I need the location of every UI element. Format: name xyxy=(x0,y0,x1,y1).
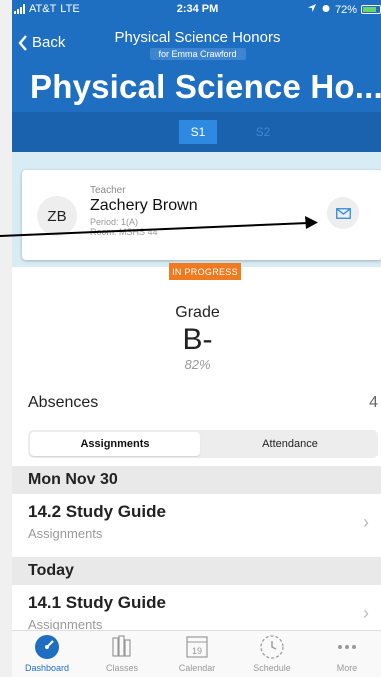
tab-more-label: More xyxy=(336,663,358,673)
view-segmented-control: Assignments Attendance xyxy=(28,430,378,458)
term-s1-button[interactable]: S1 xyxy=(179,120,217,144)
battery-percent: 72% xyxy=(334,3,357,16)
assignment-title: 14.1 Study Guide xyxy=(28,593,166,612)
tab-assignments[interactable]: Assignments xyxy=(30,432,200,456)
calendar-icon-day: 19 xyxy=(192,646,202,656)
grade-percent: 82% xyxy=(184,357,211,372)
tab-schedule[interactable]: Schedule xyxy=(237,634,307,677)
dashboard-icon xyxy=(35,635,59,659)
tab-schedule-label: Schedule xyxy=(253,663,291,673)
term-s2-button[interactable]: S2 xyxy=(244,120,282,144)
term-selector: S1 S2 xyxy=(12,112,381,152)
chevron-right-icon: › xyxy=(363,512,369,532)
calendar-icon: 19 xyxy=(186,636,208,658)
teacher-role: Teacher xyxy=(90,185,126,196)
nav-bar: Back Physical Science Honors for Emma Cr… xyxy=(12,26,381,66)
teacher-avatar: ZB xyxy=(37,196,77,236)
tab-attendance[interactable]: Attendance xyxy=(204,432,376,456)
section-header: Mon Nov 30 xyxy=(12,466,381,494)
grade-label: Grade xyxy=(175,304,220,321)
tab-classes-label: Classes xyxy=(105,663,138,673)
assignment-category: Assignments xyxy=(28,526,103,541)
location-icon xyxy=(307,3,317,16)
alarm-icon xyxy=(321,3,331,16)
page-title: Physical Science Ho... xyxy=(30,68,381,105)
section-header: Today xyxy=(12,557,381,585)
battery-icon xyxy=(361,5,381,14)
chevron-right-icon: › xyxy=(363,603,369,623)
grade-letter: B- xyxy=(182,323,213,356)
tab-classes[interactable]: Classes xyxy=(87,634,157,677)
tab-calendar-label: Calendar xyxy=(178,663,216,673)
envelope-icon xyxy=(335,207,351,219)
status-bar: AT&T LTE 2:34 PM 72% xyxy=(12,0,381,20)
teacher-name: Zachery Brown xyxy=(90,197,198,214)
assignment-title: 14.2 Study Guide xyxy=(28,502,166,521)
app-screen: AT&T LTE 2:34 PM 72% Back Physical Scien… xyxy=(12,0,381,677)
email-teacher-button[interactable] xyxy=(327,197,359,229)
tab-bar: Dashboard Classes 19 Calendar Schedule M… xyxy=(12,630,381,677)
status-badge: IN PROGRESS xyxy=(169,263,241,280)
teacher-room: Room: MSHS 44 xyxy=(90,227,158,237)
schedule-icon xyxy=(260,635,284,659)
tab-dashboard-label: Dashboard xyxy=(24,663,70,673)
header: AT&T LTE 2:34 PM 72% Back Physical Scien… xyxy=(12,0,381,152)
absences-label: Absences xyxy=(28,394,99,411)
more-icon xyxy=(338,645,356,649)
absences-row: Absences 4 xyxy=(28,394,378,414)
tab-dashboard[interactable]: Dashboard xyxy=(12,634,82,677)
tab-more[interactable]: More xyxy=(312,634,381,677)
nav-subtitle: for Emma Crawford xyxy=(149,48,246,60)
teacher-section: ZB Teacher Zachery Brown Period: 1(A) Ro… xyxy=(12,152,381,267)
tab-calendar[interactable]: 19 Calendar xyxy=(162,634,232,677)
list-item[interactable]: 14.2 Study Guide Assignments › xyxy=(12,494,381,550)
teacher-period: Period: 1(A) xyxy=(90,217,139,227)
classes-icon xyxy=(112,635,131,657)
teacher-card: ZB Teacher Zachery Brown Period: 1(A) Ro… xyxy=(22,170,381,260)
nav-title: Physical Science Honors xyxy=(114,29,281,46)
absences-count: 4 xyxy=(369,394,378,411)
